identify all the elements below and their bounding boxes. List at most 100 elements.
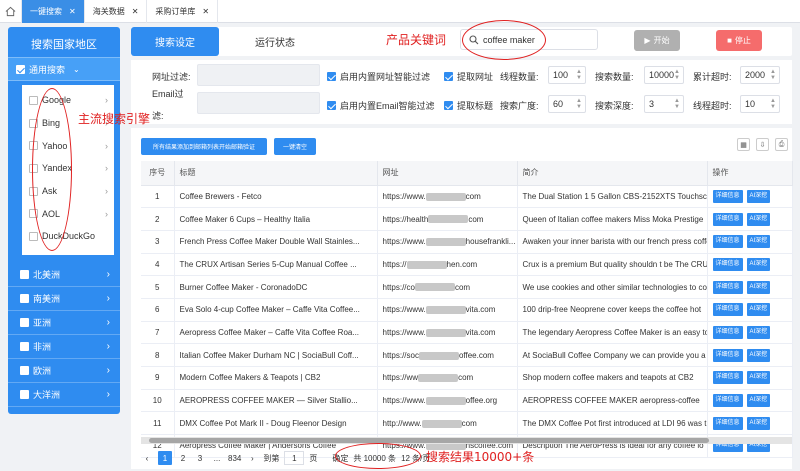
col-title[interactable]: 标题 xyxy=(174,161,378,186)
region-checkbox[interactable] xyxy=(20,270,29,279)
engine-checkbox[interactable] xyxy=(29,231,38,241)
details-button[interactable]: 详细信息 xyxy=(712,303,743,317)
url-filter-input[interactable] xyxy=(197,64,320,86)
spinner-icon[interactable]: ▲ ▼ xyxy=(770,69,776,81)
details-button[interactable]: 详细信息 xyxy=(712,416,743,430)
close-icon[interactable]: ✕ xyxy=(69,7,76,16)
details-button[interactable]: 详细信息 xyxy=(712,348,743,362)
engine-checkbox[interactable] xyxy=(29,95,38,105)
total-timeout-stepper[interactable]: 2000 ▲ ▼ xyxy=(740,66,780,84)
ai-dig-button[interactable]: AI深挖 xyxy=(746,189,771,203)
spinner-icon[interactable]: ▲ ▼ xyxy=(770,98,776,110)
ai-dig-button[interactable]: AI深挖 xyxy=(746,394,771,408)
url-smart-filter-checkbox[interactable] xyxy=(327,72,336,81)
export-icon[interactable]: ⇩ xyxy=(756,138,769,151)
scrollbar-thumb[interactable] xyxy=(149,438,709,443)
fetch-title-option[interactable]: 提取标题 xyxy=(444,99,493,112)
table-row[interactable]: 11 DMX Coffee Pot Mark II - Doug Fleenor … xyxy=(141,411,793,436)
region-checkbox[interactable] xyxy=(20,366,29,375)
tab-search-settings[interactable]: 搜索设定 xyxy=(131,27,219,56)
ai-dig-button[interactable]: AI深挖 xyxy=(746,212,771,226)
ai-dig-button[interactable]: AI深挖 xyxy=(746,303,771,317)
region-europe[interactable]: 欧洲 › xyxy=(8,359,120,383)
fetch-title-checkbox[interactable] xyxy=(444,101,453,110)
page-2[interactable]: 2 xyxy=(177,451,189,465)
close-icon[interactable]: ✕ xyxy=(132,7,139,16)
goto-page-input[interactable]: 1 xyxy=(284,451,305,465)
details-button[interactable]: 详细信息 xyxy=(712,280,743,294)
sidebar-item-general-search[interactable]: 通用搜索 ⌄ xyxy=(8,57,120,81)
region-oceania[interactable]: 大洋洲 › xyxy=(8,383,120,407)
spinner-icon[interactable]: ▲ ▼ xyxy=(576,69,582,81)
region-checkbox[interactable] xyxy=(20,318,29,327)
table-row[interactable]: 1 Coffee Brewers - Fetco https://www. com Th… xyxy=(141,185,793,209)
details-button[interactable]: 详细信息 xyxy=(712,235,743,249)
spinner-icon[interactable]: ▲ ▼ xyxy=(674,69,680,81)
details-button[interactable]: 详细信息 xyxy=(712,212,743,226)
table-row[interactable]: 2 Coffee Maker 6 Cups – Healthy Italia htt… xyxy=(141,207,793,231)
table-row[interactable]: 9 Modern Coffee Makers & Teapots | CB2 htt… xyxy=(141,366,793,390)
table-row[interactable]: 4 The CRUX Artisan Series 5-Cup Manual Co… xyxy=(141,253,793,277)
search-count-stepper[interactable]: 10000 ▲ ▼ xyxy=(644,66,684,84)
columns-icon[interactable]: ▦ xyxy=(737,138,750,151)
region-checkbox[interactable] xyxy=(20,342,29,351)
email-filter-input[interactable] xyxy=(197,92,320,114)
fetch-url-checkbox[interactable] xyxy=(444,72,453,81)
details-button[interactable]: 详细信息 xyxy=(712,325,743,339)
table-row[interactable]: 7 Aeropress Coffee Maker – Caffe Vita Cof… xyxy=(141,321,793,345)
close-icon[interactable]: ✕ xyxy=(202,7,209,16)
search-breadth-stepper[interactable]: 60 ▲ ▼ xyxy=(548,95,586,113)
page-1[interactable]: 1 xyxy=(158,451,172,465)
details-button[interactable]: 详细信息 xyxy=(712,189,743,203)
page-ellipsis[interactable]: ... xyxy=(211,451,223,465)
page-3[interactable]: 3 xyxy=(194,451,206,465)
verify-emails-button[interactable]: 所有结果添加到邮箱列表开始邮箱验证 xyxy=(141,138,267,155)
tab-one-click-search[interactable]: 一键搜索 ✕ xyxy=(22,0,85,23)
horizontal-scrollbar[interactable] xyxy=(141,437,792,444)
tab-run-status[interactable]: 运行状态 xyxy=(231,27,319,56)
url-smart-filter-option[interactable]: 启用内置网址智能过滤 xyxy=(327,70,430,83)
region-checkbox[interactable] xyxy=(20,294,29,303)
thread-timeout-stepper[interactable]: 10 ▲ ▼ xyxy=(740,95,780,113)
print-icon[interactable]: ⎙ xyxy=(775,138,788,151)
region-south-america[interactable]: 南美洲 › xyxy=(8,287,120,311)
engine-duckduckgo[interactable]: DuckDuckGo xyxy=(22,225,114,248)
thread-count-stepper[interactable]: 100 ▲ ▼ xyxy=(548,66,586,84)
start-button[interactable]: ▶ 开始 xyxy=(634,30,680,51)
table-row[interactable]: 8 Italian Coffee Maker Durham NC | SociaB… xyxy=(141,343,793,367)
ai-dig-button[interactable]: AI深挖 xyxy=(746,325,771,339)
table-row[interactable]: 6 Eva Solo 4-cup Coffee Maker – Caffe Vit… xyxy=(141,298,793,322)
region-checkbox[interactable] xyxy=(20,390,29,399)
email-smart-filter-checkbox[interactable] xyxy=(327,101,336,110)
col-desc[interactable]: 简介 xyxy=(517,161,708,186)
details-button[interactable]: 详细信息 xyxy=(712,257,743,271)
table-row[interactable]: 5 Burner Coffee Maker - CoronadoDC https:/… xyxy=(141,275,793,299)
region-north-america[interactable]: 北美洲 › xyxy=(8,263,120,287)
ai-dig-button[interactable]: AI深挖 xyxy=(746,257,771,271)
ai-dig-button[interactable]: AI深挖 xyxy=(746,371,771,385)
page-last[interactable]: 834 xyxy=(228,451,241,465)
col-url[interactable]: 网址 xyxy=(377,161,518,186)
spinner-icon[interactable]: ▲ ▼ xyxy=(576,98,582,110)
next-page-icon[interactable]: › xyxy=(246,451,258,465)
ai-dig-button[interactable]: AI深挖 xyxy=(746,280,771,294)
ai-dig-button[interactable]: AI深挖 xyxy=(746,416,771,430)
region-asia[interactable]: 亚洲 › xyxy=(8,311,120,335)
ai-dig-button[interactable]: AI深挖 xyxy=(746,235,771,249)
clear-all-button[interactable]: 一键清空 xyxy=(274,138,316,155)
tab-purchase-orders[interactable]: 采购订单库 ✕ xyxy=(147,0,219,23)
email-smart-filter-option[interactable]: 启用内置Email智能过滤 xyxy=(327,99,435,112)
search-depth-stepper[interactable]: 3 ▲ ▼ xyxy=(644,95,684,113)
col-no[interactable]: 序号 xyxy=(141,161,175,186)
engine-google[interactable]: Google › xyxy=(22,89,114,112)
spinner-icon[interactable]: ▲ ▼ xyxy=(674,98,680,110)
details-button[interactable]: 详细信息 xyxy=(712,394,743,408)
home-tab[interactable] xyxy=(0,0,22,23)
ai-dig-button[interactable]: AI深挖 xyxy=(746,348,771,362)
details-button[interactable]: 详细信息 xyxy=(712,371,743,385)
general-search-checkbox[interactable] xyxy=(16,64,25,74)
table-row[interactable]: 3 French Press Coffee Maker Double Wall S… xyxy=(141,230,793,254)
tab-customs-data[interactable]: 海关数据 ✕ xyxy=(85,0,148,23)
region-africa[interactable]: 非洲 › xyxy=(8,335,120,359)
stop-button[interactable]: ■ 停止 xyxy=(716,30,762,51)
